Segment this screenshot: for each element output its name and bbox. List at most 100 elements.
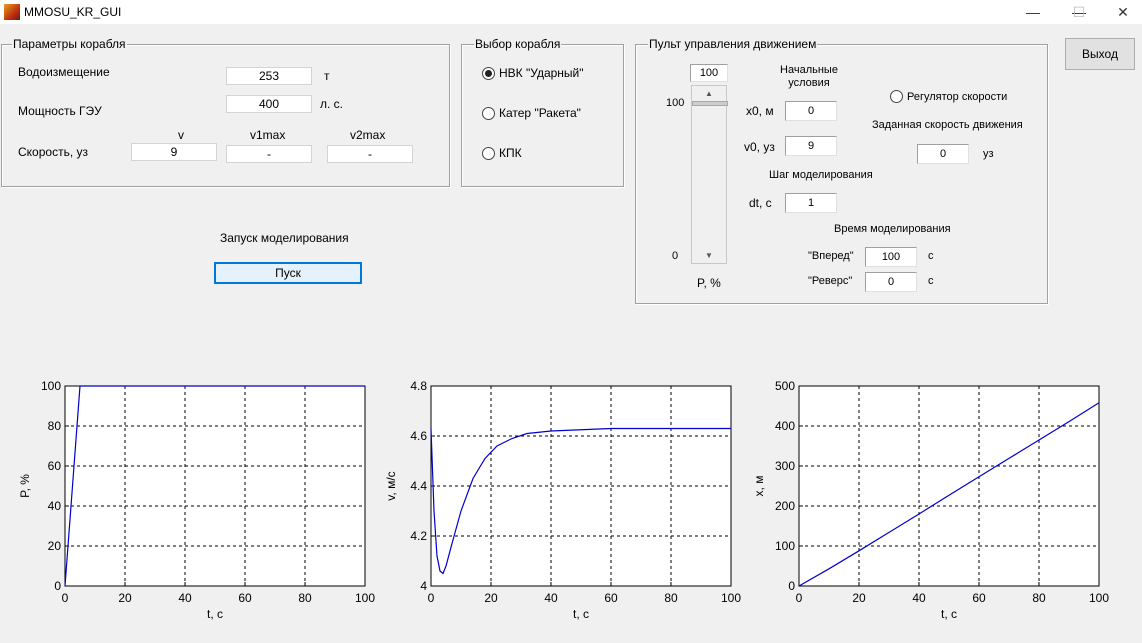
step-label: Шаг моделирования — [769, 169, 873, 181]
reverse-unit: с — [928, 275, 934, 287]
slider-up-icon[interactable]: ▲ — [692, 86, 726, 101]
y-tick-label: 4.2 — [410, 529, 427, 543]
dt-field[interactable]: 1 — [785, 193, 837, 213]
reverse-time-field[interactable]: 0 — [865, 272, 917, 292]
v2max-field[interactable]: - — [327, 145, 413, 163]
title-bar: MMOSU_KR_GUI — — [0, 0, 1142, 24]
displacement-unit: т — [324, 69, 330, 83]
slider-axis-label: P, % — [697, 276, 721, 290]
displacement-label: Водоизмещение — [18, 65, 110, 79]
x0-field[interactable]: 0 — [785, 101, 837, 121]
y-axis-label: x, м — [752, 476, 766, 497]
x-tick-label: 0 — [428, 591, 435, 605]
minimize-icon[interactable]: — — [1010, 0, 1056, 24]
y-tick-label: 20 — [48, 539, 62, 553]
ship-params-title: Параметры корабля — [12, 37, 127, 51]
plot-area — [65, 386, 365, 586]
y-tick-label: 80 — [48, 419, 62, 433]
radio-udarny[interactable] — [482, 67, 495, 80]
y-tick-label: 0 — [54, 579, 61, 593]
velocity-plot: 0 20 40 60 80 100 4 4.2 4.4 4.6 4.8 t, с v, м/с — [384, 379, 741, 621]
x-tick-label: 60 — [604, 591, 618, 605]
radio-kpk[interactable] — [482, 147, 495, 160]
slider-min-label: 0 — [672, 250, 679, 262]
y-tick-label: 200 — [775, 499, 795, 513]
slider-thumb[interactable] — [692, 101, 728, 106]
target-speed-field[interactable]: 0 — [917, 144, 969, 164]
x-tick-label: 40 — [912, 591, 926, 605]
ship-select-title: Выбор корабля — [474, 37, 562, 51]
x-axis-label: t, с — [941, 607, 957, 621]
plot-area — [799, 386, 1099, 586]
radio-kpk-label[interactable]: КПК — [499, 146, 522, 160]
slider-value-field[interactable]: 100 — [690, 64, 728, 82]
y-axis-label: v, м/с — [384, 471, 398, 500]
y-tick-label: 100 — [41, 379, 61, 393]
y-axis-label: P, % — [18, 474, 32, 498]
position-plot: 0 20 40 60 80 100 0 100 200 300 400 500 t, с x, м — [752, 379, 1109, 621]
x-tick-label: 20 — [118, 591, 132, 605]
y-tick-label: 300 — [775, 459, 795, 473]
target-speed-unit: уз — [983, 148, 994, 160]
matlab-app-icon — [4, 4, 20, 20]
maximize-icon: ☐ — [1072, 4, 1086, 20]
x-axis-label: t, с — [207, 607, 223, 621]
forward-label: "Вперед" — [808, 250, 854, 262]
forward-time-field[interactable]: 100 — [865, 247, 917, 267]
forward-unit: с — [928, 250, 934, 262]
displacement-field[interactable]: 253 — [226, 67, 312, 85]
x-tick-label: 80 — [298, 591, 312, 605]
y-tick-label: 4 — [420, 579, 427, 593]
radio-udarny-label[interactable]: НВК "Ударный" — [499, 66, 584, 80]
motion-control-title: Пульт управления движением — [648, 37, 818, 51]
x-tick-label: 40 — [178, 591, 192, 605]
x0-label: x0, м — [746, 104, 774, 118]
radio-raketa-label[interactable]: Катер "Ракета" — [499, 106, 581, 120]
y-tick-label: 40 — [48, 499, 62, 513]
x-tick-label: 0 — [62, 591, 69, 605]
start-button[interactable]: Пуск — [214, 262, 362, 284]
y-tick-label: 4.4 — [410, 479, 427, 493]
speed-regulator-label[interactable]: Регулятор скорости — [907, 91, 1007, 103]
speed-label: Скорость, уз — [18, 145, 88, 159]
window-title: MMOSU_KR_GUI — [24, 5, 122, 19]
motion-control-panel: Пульт управления движением 100 100 0 ▲ ▼… — [635, 37, 1048, 304]
v-field[interactable]: 9 — [131, 143, 217, 161]
run-simulation-label: Запуск моделирования — [220, 231, 349, 245]
y-tick-label: 60 — [48, 459, 62, 473]
target-speed-label: Заданная скорость движения — [872, 119, 1023, 131]
reverse-label: "Реверс" — [808, 275, 853, 287]
power-unit: л. с. — [320, 97, 344, 111]
y-tick-label: 400 — [775, 419, 795, 433]
x-tick-label: 80 — [1032, 591, 1046, 605]
x-tick-label: 100 — [1089, 591, 1109, 605]
x-tick-label: 60 — [238, 591, 252, 605]
radio-raketa[interactable] — [482, 107, 495, 120]
y-tick-label: 500 — [775, 379, 795, 393]
initial-conditions-label: Начальные условия — [780, 64, 838, 89]
x-tick-label: 40 — [544, 591, 558, 605]
y-tick-label: 0 — [788, 579, 795, 593]
x-tick-label: 80 — [664, 591, 678, 605]
exit-button[interactable]: Выход — [1065, 38, 1135, 70]
x-tick-label: 100 — [721, 591, 741, 605]
x-tick-label: 0 — [796, 591, 803, 605]
close-icon[interactable]: ✕ — [1100, 0, 1142, 24]
slider-max-label: 100 — [666, 97, 685, 109]
power-label: Мощность ГЭУ — [18, 104, 102, 118]
power-field[interactable]: 400 — [226, 95, 312, 113]
ship-select-panel: Выбор корабля НВК "Ударный" Катер "Ракет… — [461, 37, 624, 187]
x-tick-label: 60 — [972, 591, 986, 605]
v1max-field[interactable]: - — [226, 145, 312, 163]
slider-down-icon[interactable]: ▼ — [692, 248, 726, 263]
y-tick-label: 4.8 — [410, 379, 427, 393]
col-v2max-label: v2max — [350, 128, 386, 142]
y-tick-label: 4.6 — [410, 429, 427, 443]
v0-field[interactable]: 9 — [785, 136, 837, 156]
client-area: Параметры корабля Водоизмещение 253 т Мо… — [0, 24, 1142, 643]
v0-label: v0, уз — [744, 140, 775, 154]
power-slider[interactable]: ▲ ▼ — [691, 85, 728, 264]
x-tick-label: 100 — [355, 591, 375, 605]
speed-regulator-radio[interactable] — [890, 90, 903, 103]
x-tick-label: 20 — [484, 591, 498, 605]
